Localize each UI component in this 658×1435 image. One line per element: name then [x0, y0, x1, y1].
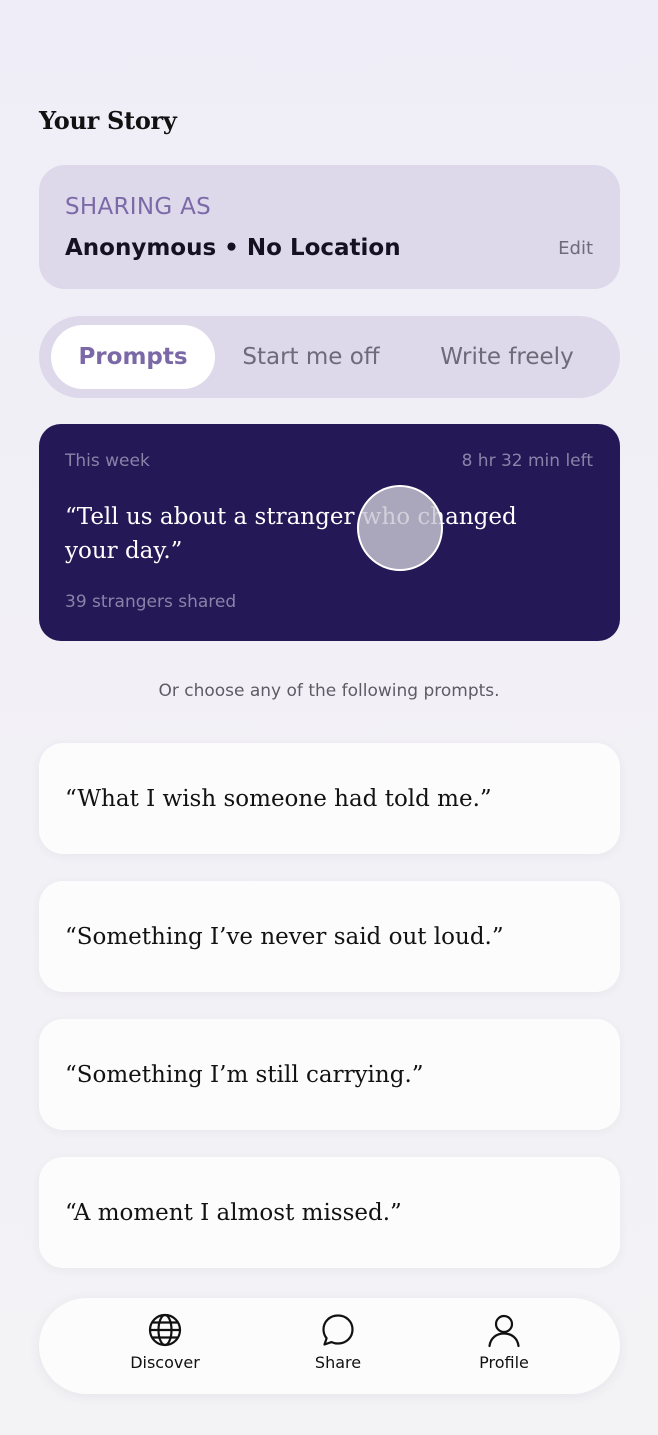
prompt-card[interactable]: “What I wish someone had told me.”	[39, 743, 620, 854]
weekly-prompt-text: “Tell us about a stranger who changed yo…	[65, 504, 517, 564]
choose-prompt-hint: Or choose any of the following prompts.	[158, 681, 500, 701]
globe-icon	[148, 1313, 182, 1347]
nav-discover-label: Discover	[130, 1353, 200, 1372]
tab-start-me-off[interactable]: Start me off	[225, 325, 397, 389]
tab-write-freely[interactable]: Write freely	[417, 325, 597, 389]
person-icon	[488, 1314, 520, 1348]
nav-share-label: Share	[314, 1353, 362, 1372]
weekly-label: This week	[65, 451, 150, 471]
weekly-prompt-card[interactable]: This week 8 hr 32 min left “Tell us abou…	[39, 424, 620, 641]
mode-tabs: Prompts Start me off Write freely	[39, 316, 620, 398]
bottom-nav: Discover Share Profile	[39, 1298, 620, 1394]
prompt-text: “A moment I almost missed.”	[65, 1199, 402, 1226]
page-title: Your Story	[39, 106, 177, 135]
edit-sharing-button[interactable]: Edit	[558, 238, 593, 259]
sharing-identity: Anonymous • No Location	[65, 235, 401, 261]
prompt-card[interactable]: “Something I’ve never said out loud.”	[39, 881, 620, 992]
sharing-label: SHARING AS	[65, 194, 212, 220]
nav-discover[interactable]: Discover	[110, 1312, 220, 1382]
nav-profile[interactable]: Profile	[449, 1312, 559, 1382]
nav-share[interactable]: Share	[283, 1312, 393, 1382]
tab-prompts[interactable]: Prompts	[51, 325, 215, 389]
story-page: Your Story SHARING AS Anonymous • No Loc…	[0, 0, 658, 1435]
prompt-text: “Something I’ve never said out loud.”	[65, 923, 504, 950]
prompt-text: “Something I’m still carrying.”	[65, 1061, 424, 1088]
prompt-card[interactable]: “Something I’m still carrying.”	[39, 1019, 620, 1130]
touch-indicator	[357, 485, 443, 571]
nav-profile-label: Profile	[479, 1353, 529, 1372]
shared-count: 39 strangers shared	[65, 592, 237, 612]
time-remaining: 8 hr 32 min left	[461, 451, 593, 471]
prompt-text: “What I wish someone had told me.”	[65, 785, 492, 812]
chat-bubble-icon	[322, 1314, 354, 1346]
sharing-card: SHARING AS Anonymous • No Location Edit	[39, 165, 620, 289]
prompt-card[interactable]: “A moment I almost missed.”	[39, 1157, 620, 1268]
